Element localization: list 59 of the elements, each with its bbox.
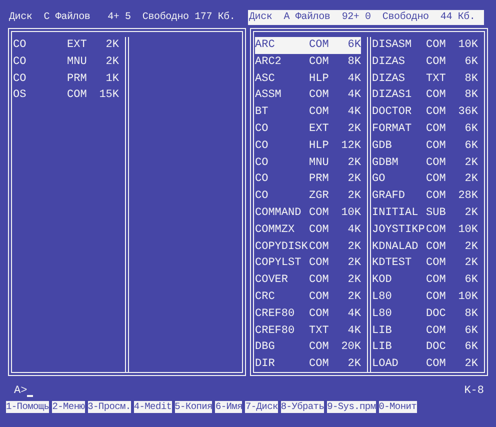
function-key[interactable]: 9-Sys.прм bbox=[327, 401, 376, 413]
file-row[interactable]: LIB DOC 6K bbox=[372, 339, 478, 356]
function-key[interactable]: 0-Монит bbox=[378, 401, 417, 413]
file-row[interactable]: COMMZX COM 4K bbox=[255, 222, 361, 239]
file-row[interactable]: DOCTOR COM 36K bbox=[372, 104, 478, 121]
file-row[interactable]: CO EXT 2K bbox=[13, 37, 119, 54]
file-row[interactable]: CO PRM 2K bbox=[255, 171, 361, 188]
file-row[interactable]: GDB COM 6K bbox=[372, 138, 478, 155]
file-row[interactable]: GO COM 2K bbox=[372, 171, 478, 188]
file-row[interactable]: DBG COM 20K bbox=[255, 339, 361, 356]
panel-header: Диск А Файлов 92+ 0 Свободно 44 Кб. bbox=[248, 10, 484, 24]
file-row[interactable]: CO MNU 2K bbox=[13, 54, 119, 71]
panel-header: Диск С Файлов 4+ 5 Свободно 177 Кб. bbox=[8, 10, 236, 24]
file-row[interactable]: DIZAS TXT 8K bbox=[372, 70, 478, 88]
file-row[interactable]: KOD COM 6K bbox=[372, 272, 478, 289]
file-row[interactable]: COPYDISKCOM 2K bbox=[255, 238, 361, 256]
file-row[interactable]: LOAD COM 2K bbox=[372, 356, 478, 373]
file-row[interactable]: GDBM COM 2K bbox=[372, 154, 478, 172]
function-key[interactable]: 3-Просм. bbox=[88, 401, 131, 413]
file-row[interactable]: DIZAS COM 6K bbox=[372, 54, 478, 71]
file-row[interactable]: ASSM COM 4K bbox=[255, 87, 361, 104]
file-row[interactable]: DISASM COM 10K bbox=[372, 37, 478, 54]
file-row[interactable]: CRC COM 2K bbox=[255, 288, 361, 306]
file-row[interactable]: KDTEST COM 2K bbox=[372, 255, 478, 272]
file-row[interactable]: GRAFD COM 28K bbox=[372, 188, 478, 205]
file-row[interactable]: LIB COM 6K bbox=[372, 322, 478, 340]
file-row[interactable]: COVER COM 2K bbox=[255, 272, 361, 289]
file-row[interactable]: JOYSTIKPCOM 10K bbox=[372, 222, 478, 239]
file-row[interactable]: CO EXT 2K bbox=[255, 120, 361, 138]
file-row[interactable]: DIZAS1 COM 8K bbox=[372, 87, 478, 104]
file-row[interactable]: KDNALAD COM 2K bbox=[372, 238, 478, 256]
command-prompt: A> bbox=[14, 385, 28, 398]
file-row[interactable]: DIR COM 2K bbox=[255, 356, 361, 373]
function-key[interactable]: 7-Диск bbox=[245, 401, 278, 413]
file-row[interactable]: CREF80 COM 4K bbox=[255, 306, 361, 323]
function-key[interactable]: 4-Medit bbox=[134, 401, 172, 413]
keyboard-indicator: K-8 bbox=[464, 385, 484, 398]
function-key[interactable]: 5-Копия bbox=[174, 401, 212, 413]
text-cursor bbox=[27, 395, 34, 397]
file-row[interactable]: ASC HLP 4K bbox=[255, 70, 361, 88]
function-key[interactable]: 6-Имя bbox=[215, 401, 242, 413]
file-row[interactable]: CO HLP 12K bbox=[255, 138, 361, 155]
file-row[interactable]: OS COM 15K bbox=[13, 87, 119, 104]
file-row[interactable]: L80 COM 10K bbox=[372, 288, 478, 306]
file-row[interactable]: COPYLST COM 2K bbox=[255, 255, 361, 272]
function-key[interactable]: 2-Меню bbox=[52, 401, 85, 413]
file-row[interactable]: ARC2 COM 8K bbox=[255, 54, 361, 71]
file-row[interactable]: CO ZGR 2K bbox=[255, 188, 361, 205]
file-row[interactable]: CO PRM 1K bbox=[13, 70, 119, 88]
file-row[interactable]: BT COM 4K bbox=[255, 104, 361, 121]
file-row[interactable]: L80 DOC 8K bbox=[372, 306, 478, 323]
file-row[interactable]: INITIAL SUB 2K bbox=[372, 204, 478, 222]
file-row[interactable]: CO MNU 2K bbox=[255, 154, 361, 172]
file-row[interactable]: COMMAND COM 10K bbox=[255, 204, 361, 222]
file-row[interactable]: CREF80 TXT 4K bbox=[255, 322, 361, 340]
function-key[interactable]: 8-Убрать bbox=[280, 401, 324, 413]
function-key[interactable]: 1-Помощь bbox=[6, 401, 50, 413]
file-row[interactable]: ARC COM 6K bbox=[255, 37, 361, 54]
file-row[interactable]: FORMAT COM 6K bbox=[372, 120, 478, 138]
